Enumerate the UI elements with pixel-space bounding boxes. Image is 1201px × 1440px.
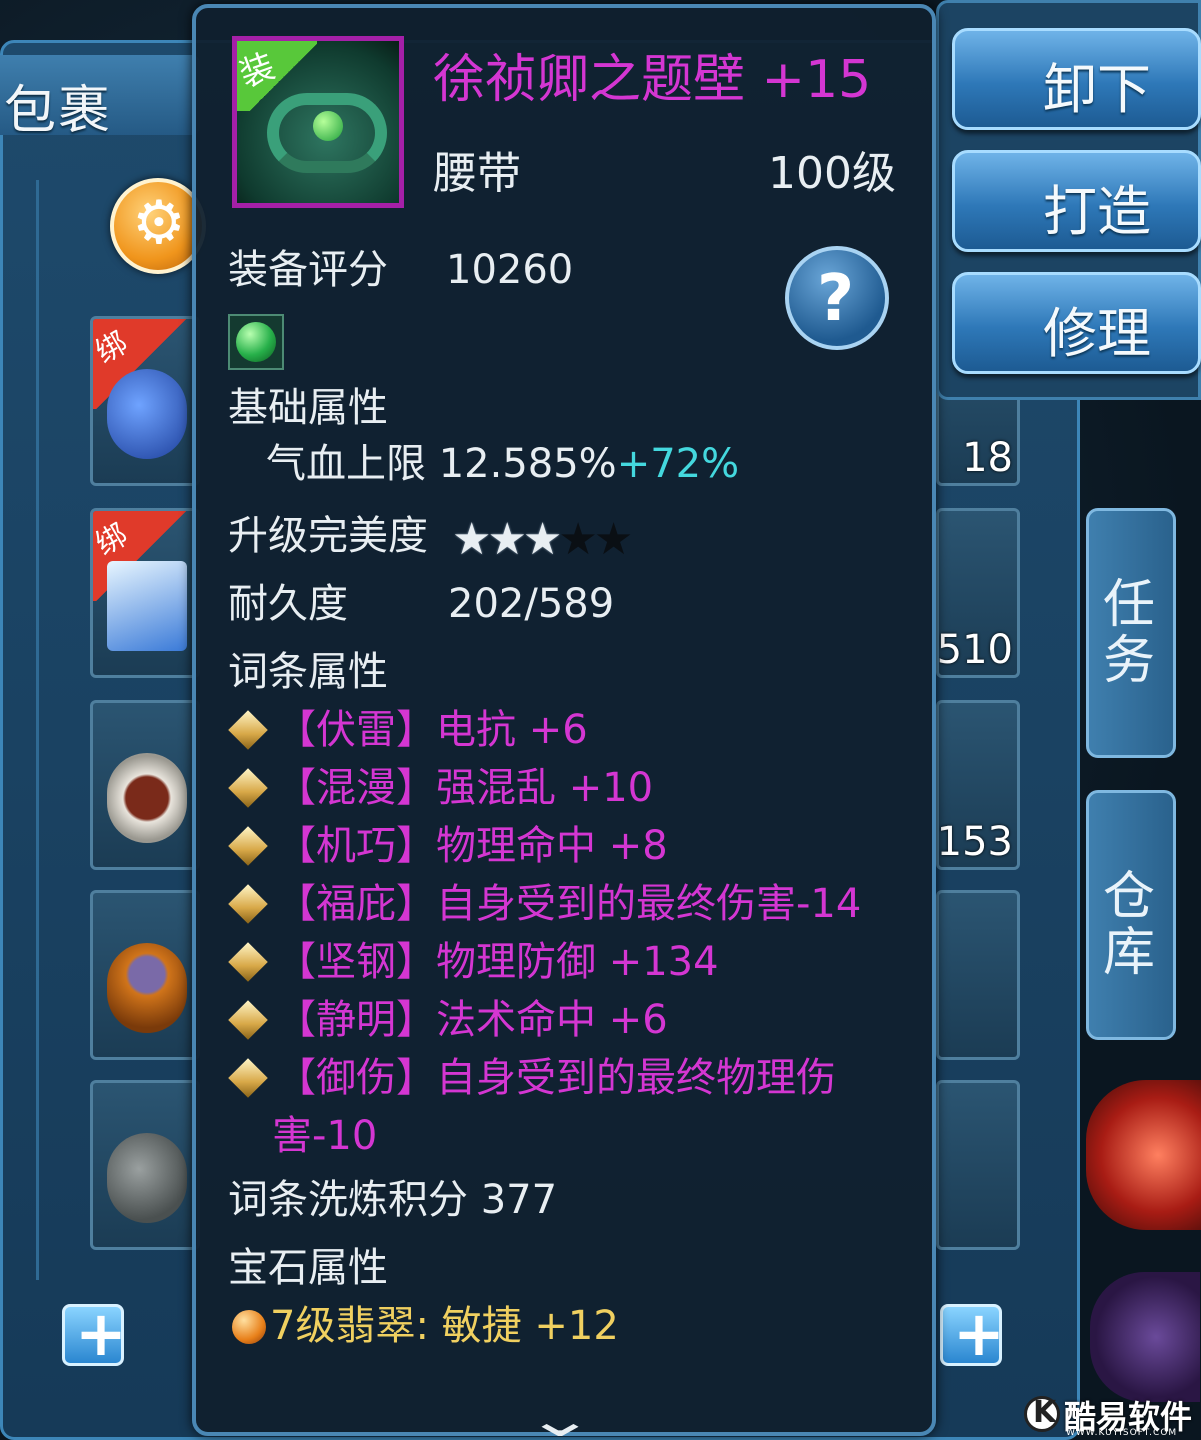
bag-slot[interactable]: [936, 1080, 1020, 1250]
bag-slot[interactable]: 绑: [90, 508, 200, 678]
item-count: 510: [936, 627, 1013, 673]
question-icon: ?: [817, 262, 855, 336]
affix-tag: 【静明】: [276, 997, 436, 1043]
affix-diamond-icon: [228, 942, 268, 982]
affix-diamond-icon: [228, 768, 268, 808]
watermark-url: WWW.KUYISOFT.COM: [1066, 1428, 1178, 1438]
star-empty-icon: ★: [558, 514, 598, 565]
affix-line: 【静明】法术命中 +6: [276, 996, 668, 1044]
bag-slot[interactable]: [936, 890, 1020, 1060]
item-type: 腰带: [433, 148, 521, 199]
affix-diamond-icon: [228, 884, 268, 924]
item-pot-icon: [107, 943, 187, 1033]
score-label: 装备评分: [228, 247, 388, 293]
affix-tag: 【机巧】: [276, 823, 436, 869]
skill-orb-icon[interactable]: [1086, 1080, 1201, 1230]
base-attr-line: 气血上限 12.585%+72%: [266, 440, 739, 488]
refine-line: 词条洗炼积分 377: [228, 1176, 557, 1224]
tab-task-label: 任务: [1102, 575, 1155, 691]
help-button[interactable]: ?: [785, 246, 889, 350]
base-attr-title: 基础属性: [228, 385, 388, 431]
affix-text: 自身受到的最终伤害-14: [436, 881, 862, 927]
bag-slot[interactable]: [90, 1080, 200, 1250]
tab-warehouse-label: 仓库: [1102, 867, 1155, 983]
chevron-down-icon[interactable]: ⌄: [524, 1392, 596, 1440]
base-attr-value: 12.585%: [438, 441, 617, 487]
affix-tag: 【坚钢】: [276, 939, 436, 985]
belt-gem: [313, 111, 343, 141]
affix-text: 物理命中 +8: [436, 823, 668, 869]
affix-title: 词条属性: [228, 649, 388, 695]
add-slot-left-button[interactable]: [62, 1297, 127, 1370]
affix-line: 【福庇】自身受到的最终伤害-14: [276, 880, 861, 928]
affix-diamond-icon: [228, 826, 268, 866]
bag-title: 包裹: [4, 81, 113, 141]
item-count: 18: [962, 435, 1013, 481]
bag-slot[interactable]: [90, 700, 200, 870]
perfection-label: 升级完美度: [228, 513, 428, 559]
affix-text: 物理防御 +134: [436, 939, 719, 985]
refine-value: 377: [480, 1177, 558, 1223]
star-filled-icon: ★: [452, 514, 492, 565]
bag-slot[interactable]: 510: [936, 508, 1020, 678]
durability-value: 202/589: [448, 581, 615, 627]
affix-diamond-icon: [228, 710, 268, 750]
affix-text: 强混乱 +10: [436, 765, 654, 811]
repair-button[interactable]: 修理: [952, 272, 1201, 374]
score-value: 10260: [446, 247, 574, 293]
item-level: 100级: [768, 148, 896, 199]
affix-text: 法术命中 +6: [436, 997, 668, 1043]
affix-tag: 【混漫】: [276, 765, 436, 811]
star-filled-icon: ★: [522, 514, 563, 565]
item-count: 153: [936, 819, 1013, 865]
socketed-gem-icon: [228, 314, 284, 370]
item-ore-icon: [107, 1133, 187, 1223]
game-screen: 包裹 绑 绑 18 510 153 任务 仓库 卸下: [0, 0, 1201, 1440]
star-filled-icon: ★: [487, 514, 527, 565]
unequip-button[interactable]: 卸下: [952, 28, 1201, 130]
affix-text: 电抗 +6: [436, 707, 588, 753]
affix-tag: 【伏雷】: [276, 707, 436, 753]
tab-task[interactable]: 任务: [1086, 508, 1176, 758]
base-attr-label: 气血上限: [266, 441, 426, 487]
bag-slot[interactable]: [90, 890, 200, 1060]
gem-attr-line: 7级翡翠: 敏捷 +12: [270, 1303, 619, 1349]
item-name: 徐祯卿之题壁 +15: [433, 50, 872, 110]
affix-line: 【机巧】物理命中 +8: [276, 822, 668, 870]
item-egg-icon: [107, 369, 187, 459]
character-avatar[interactable]: [1090, 1272, 1200, 1402]
repair-label: 修理: [1043, 302, 1151, 365]
watermark-logo: [1024, 1395, 1060, 1432]
refine-label: 词条洗炼积分: [228, 1177, 468, 1223]
affix-tag: 【御伤】: [276, 1055, 436, 1101]
add-slot-right-button[interactable]: [940, 1297, 1005, 1370]
tab-warehouse[interactable]: 仓库: [1086, 790, 1176, 1040]
perfection-stars: ★★★★★: [452, 514, 634, 565]
affix-line: 【御伤】自身受到的最终物理伤: [276, 1054, 836, 1102]
unequip-label: 卸下: [1043, 58, 1151, 121]
bag-slot[interactable]: 绑: [90, 316, 200, 486]
affix-diamond-icon: [228, 1000, 268, 1040]
affix-line: 【坚钢】物理防御 +134: [276, 938, 719, 986]
affix-diamond-icon: [228, 1058, 268, 1098]
gem-attr-title: 宝石属性: [228, 1245, 388, 1291]
item-lightning-icon: [107, 561, 187, 651]
affix-tag: 【福庇】: [276, 881, 436, 927]
durability-label: 耐久度: [228, 581, 348, 627]
forge-label: 打造: [1043, 180, 1151, 243]
star-empty-icon: ★: [593, 514, 634, 565]
bag-slot[interactable]: 153: [936, 700, 1020, 870]
affix-line: 【伏雷】电抗 +6: [276, 706, 588, 754]
base-attr-bonus: +72%: [616, 441, 740, 487]
gem-orb-icon: [232, 1310, 266, 1344]
affix-text-wrap: 害-10: [272, 1113, 378, 1159]
belt-item-icon: 装: [232, 36, 404, 208]
item-food-plate-icon: [107, 753, 187, 843]
forge-button[interactable]: 打造: [952, 150, 1201, 252]
affix-line: 【混漫】强混乱 +10: [276, 764, 653, 812]
affix-text: 自身受到的最终物理伤: [436, 1055, 836, 1101]
